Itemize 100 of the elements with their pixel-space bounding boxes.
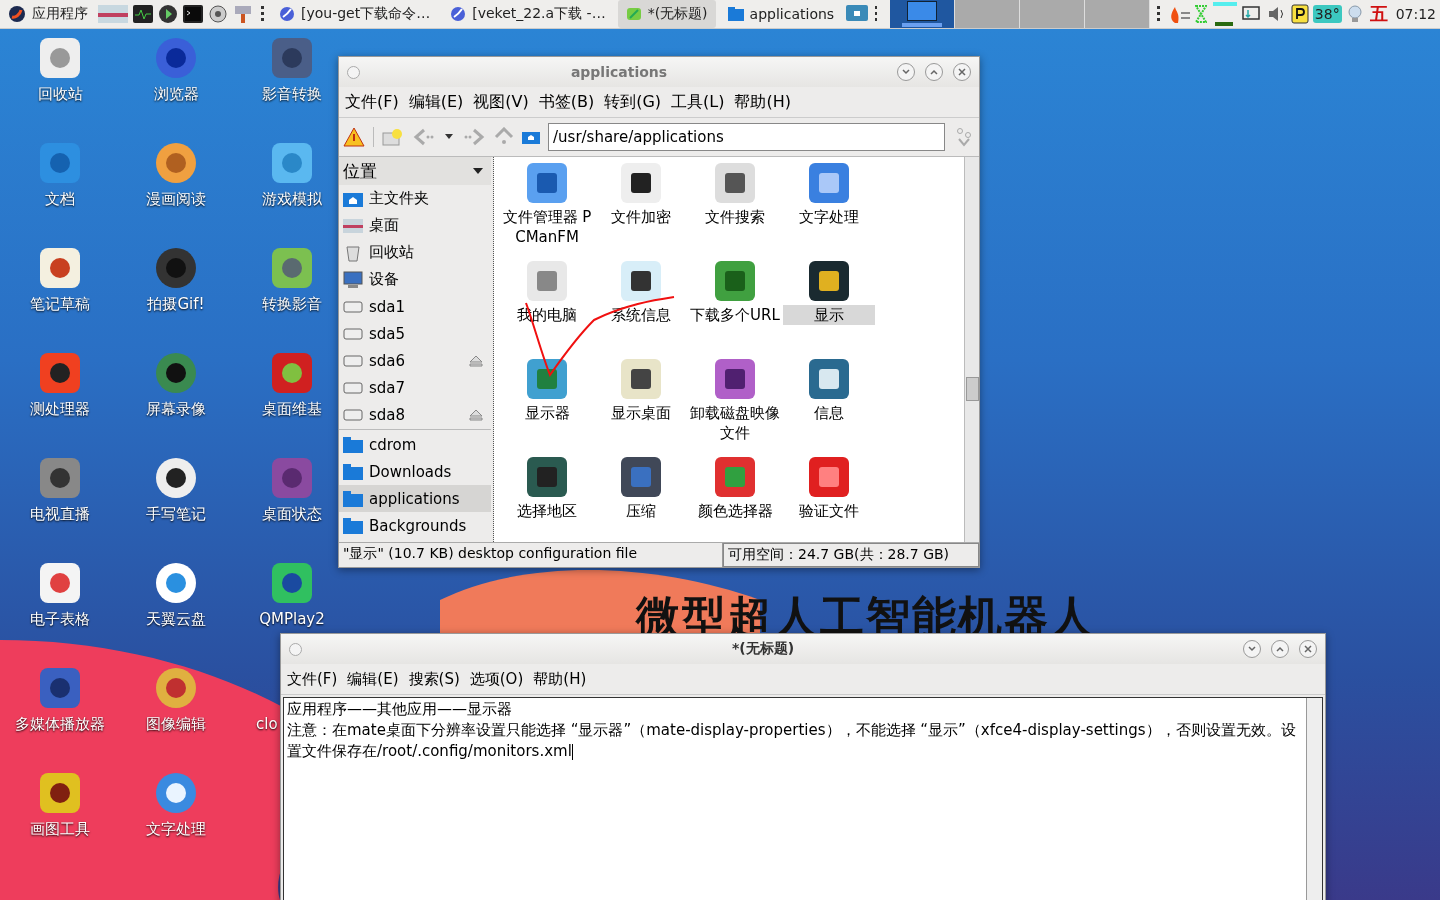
sidebar-item[interactable]: 回收站 (339, 239, 491, 266)
drive-icon (343, 380, 363, 395)
desktop-icon-label[interactable]: 电视直播 (30, 505, 90, 524)
desktop-icon-label[interactable]: 漫画阅读 (146, 190, 206, 209)
desktop-icon-label[interactable]: 影音转换 (262, 85, 322, 104)
folder-icon (343, 436, 363, 453)
window-menu-button[interactable] (289, 642, 302, 656)
desktop-icon-label[interactable]: 手写笔记 (146, 505, 206, 524)
dropdown-caret-icon[interactable] (444, 133, 454, 141)
desktop-icon-label[interactable]: 转换影音 (262, 295, 322, 314)
desktop-icon-label[interactable]: 文字处理 (146, 820, 206, 839)
sidebar-item[interactable]: applications (339, 485, 491, 512)
warning-icon[interactable] (343, 127, 365, 147)
play-icon[interactable] (158, 4, 178, 24)
eject-icon[interactable] (469, 408, 483, 421)
scrollbar[interactable] (1306, 698, 1322, 900)
sidebar-item[interactable]: sda1 (339, 293, 491, 320)
file-name-label[interactable]: 选择地区 (502, 501, 592, 521)
sidebar-item[interactable]: sda5 (339, 320, 491, 347)
menu-item[interactable]: 帮助(H) (734, 91, 791, 113)
desktop-icon-label[interactable]: 天翼云盘 (146, 610, 206, 629)
menu-item[interactable]: 选项(O) (469, 669, 524, 689)
desktop-icon-label[interactable]: 多媒体播放器 (15, 715, 105, 734)
bookmark-star-icon[interactable] (382, 128, 404, 146)
menu-item[interactable]: 转到(G) (604, 91, 662, 113)
desktop-icon-label[interactable]: QMPlay2 (259, 610, 325, 628)
file-name-label[interactable]: 文件搜索 (690, 207, 780, 227)
file-name-label[interactable]: 验证文件 (784, 501, 874, 521)
sidebar-item[interactable]: 主文件夹 (339, 185, 491, 212)
maximize-button[interactable] (1271, 640, 1289, 658)
maximize-button[interactable] (925, 63, 943, 81)
desktop-icon-label[interactable]: 画图工具 (30, 820, 90, 839)
menu-item[interactable]: 帮助(H) (533, 669, 587, 689)
file-name-label[interactable]: 信息 (784, 403, 874, 423)
file-name-label[interactable]: 文件管理器 PCManFM (502, 207, 592, 247)
desktop-icon-label[interactable]: 浏览器 (153, 85, 199, 104)
menu-item[interactable]: 搜索(S) (408, 669, 460, 689)
file-name-label[interactable]: 显示桌面 (596, 403, 686, 423)
desktop-icon-label[interactable]: 回收站 (37, 85, 83, 104)
desktop-icon-label[interactable]: 桌面维基 (262, 400, 322, 419)
film-reel-icon[interactable] (208, 4, 228, 24)
sidebar-dropdown[interactable]: 位置 (339, 157, 491, 185)
file-name-label[interactable]: 显示器 (502, 403, 592, 423)
desktop-icon-label[interactable]: 屏幕录像 (146, 400, 206, 419)
window-menu-button[interactable] (347, 65, 360, 79)
menu-item[interactable]: 编辑(E) (347, 669, 399, 689)
monitor-graph-icon[interactable] (133, 5, 153, 23)
minimize-button[interactable] (1243, 640, 1261, 658)
menu-item[interactable]: 文件(F) (287, 669, 338, 689)
file-name-label[interactable]: 文件加密 (596, 207, 686, 227)
sidebar-item[interactable]: sda8 (339, 401, 491, 428)
parking-icon[interactable] (1290, 4, 1309, 24)
file-name-label[interactable]: 显示 (783, 305, 875, 325)
menu-item[interactable]: 文件(F) (345, 91, 399, 113)
sidebar-item[interactable]: Backgrounds (339, 512, 491, 539)
taskbar-button[interactable]: applications (719, 0, 843, 28)
desktop-icon-label[interactable]: 游戏模拟 (262, 190, 322, 209)
wallpaper-thumbnail-icon[interactable] (98, 5, 128, 23)
close-icon (958, 68, 966, 76)
sidebar-item[interactable]: cdrom (339, 431, 491, 458)
chevron-down-icon (902, 69, 910, 75)
file-name-label[interactable]: 压缩 (596, 501, 686, 521)
workspace-button[interactable] (889, 0, 955, 28)
menu-item[interactable]: 视图(V) (473, 91, 529, 113)
home-folder-icon[interactable] (522, 130, 540, 144)
network-tool-icon[interactable] (233, 4, 253, 24)
desktop-icon-label[interactable]: 笔记草稿 (30, 295, 90, 314)
show-desktop-icon[interactable] (846, 5, 869, 23)
desktop-icon-label[interactable]: 电子表格 (30, 610, 90, 629)
desktop-icon-label[interactable]: 测处理器 (30, 400, 90, 419)
file-name-label[interactable]: 文字处理 (784, 207, 874, 227)
close-button[interactable] (1299, 640, 1317, 658)
taskbar-button[interactable]: [you-get下载命令… (271, 0, 439, 28)
file-name-label[interactable]: 颜色选择器 (690, 501, 780, 521)
desktop-icon-label[interactable]: 文档 (45, 190, 75, 209)
desktop-icon-label[interactable]: 拍摄Gif! (147, 295, 205, 314)
menu-item[interactable]: 编辑(E) (408, 91, 464, 113)
input-method-indicator[interactable]: 五 (1369, 2, 1388, 26)
taskbar-button[interactable]: [veket_22.a下载 -… (442, 0, 614, 28)
location-field[interactable]: /usr/share/applications (548, 123, 945, 151)
sidebar-item[interactable]: Downloads (339, 458, 491, 485)
taskbar-button[interactable]: *(无标题) (617, 0, 716, 28)
menu-item[interactable]: 工具(L) (671, 91, 725, 113)
menu-item[interactable]: 书签(B) (538, 91, 595, 113)
close-button[interactable] (953, 63, 971, 81)
scrollbar[interactable] (964, 157, 979, 542)
desktop-icon-label[interactable]: 图像编辑 (146, 715, 206, 734)
browser-icon (279, 6, 295, 22)
desktop-icon-label[interactable]: 桌面状态 (262, 505, 322, 524)
applications-menu-button[interactable]: 应用程序 (0, 0, 94, 28)
sidebar-item[interactable]: 桌面 (339, 212, 491, 239)
desktop-icon-label[interactable]: clo (256, 715, 278, 733)
sidebar-item[interactable]: 设备 (339, 266, 491, 293)
minimize-button[interactable] (897, 63, 915, 81)
file-name-label[interactable]: 卸载磁盘映像文件 (690, 403, 780, 443)
terminal-icon[interactable] (183, 5, 203, 23)
sidebar-item[interactable]: sda7 (339, 374, 491, 401)
sidebar-item[interactable]: sda6 (339, 347, 491, 374)
eject-icon[interactable] (469, 354, 483, 367)
file-name-label[interactable]: 下载多个URL (690, 305, 780, 325)
